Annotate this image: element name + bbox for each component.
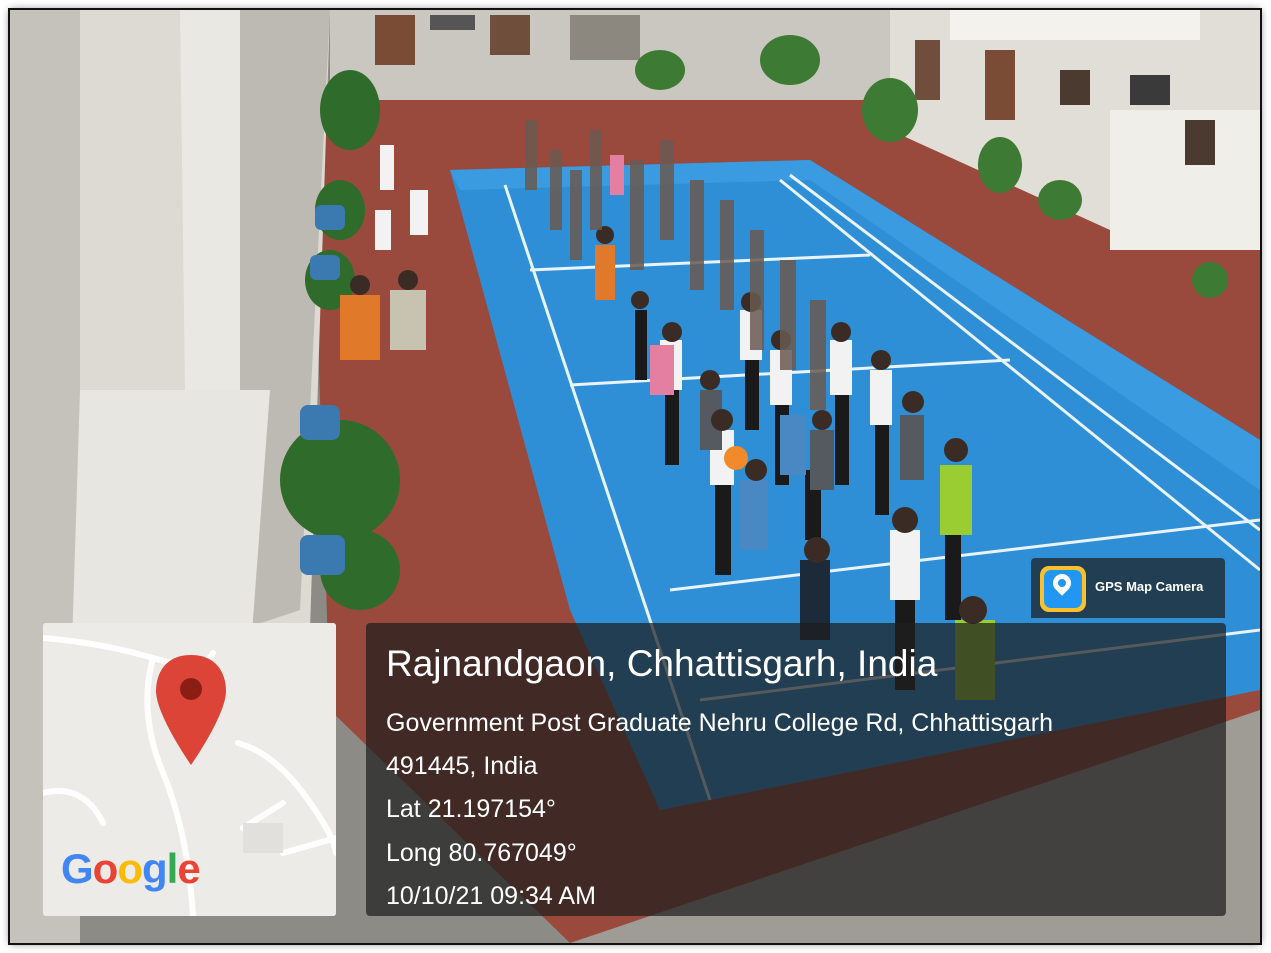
latitude: Lat 21.197154° xyxy=(386,795,556,823)
address-line-1: Government Post Graduate Nehru College R… xyxy=(386,709,1054,737)
gps-map-camera-badge: GPS Map Camera xyxy=(1031,558,1225,618)
timestamp: 10/10/21 09:34 AM xyxy=(386,882,596,910)
google-logo: Google xyxy=(61,845,201,892)
gps-map-camera-icon xyxy=(1040,566,1086,612)
location-title: Rajnandgaon, Chhattisgarh, India xyxy=(386,643,938,684)
address-line-2: 491445, India xyxy=(386,752,538,780)
gps-map-camera-label: GPS Map Camera xyxy=(1095,579,1204,594)
longitude: Long 80.767049° xyxy=(386,839,577,867)
screenshot-frame: Google GPS Map Camera Rajnandgaon, Chhat… xyxy=(0,0,1271,953)
photo: Google GPS Map Camera Rajnandgaon, Chhat… xyxy=(10,10,1260,943)
location-info-box: Rajnandgaon, Chhattisgarh, India Governm… xyxy=(366,623,1226,916)
map-thumbnail: Google xyxy=(43,623,336,916)
